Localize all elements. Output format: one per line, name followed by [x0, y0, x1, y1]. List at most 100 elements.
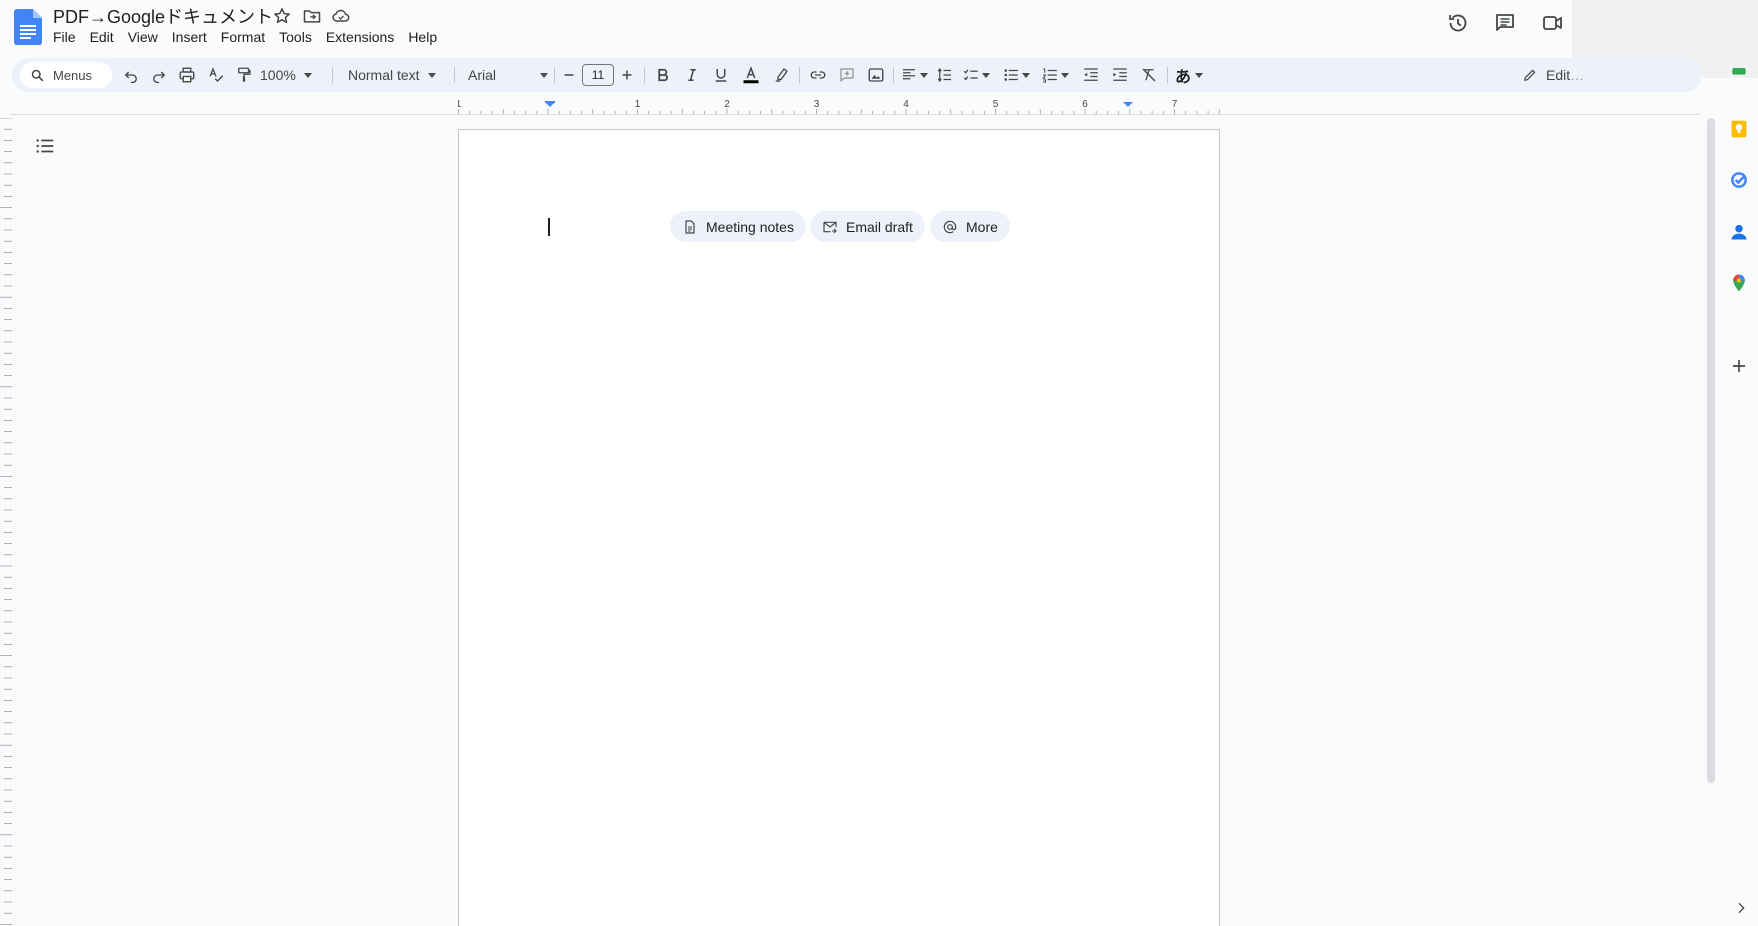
- text-cursor: [548, 218, 550, 236]
- bold-icon[interactable]: [652, 64, 674, 86]
- bulleted-list-select[interactable]: [1002, 64, 1034, 86]
- insert-link-icon[interactable]: [807, 64, 829, 86]
- spellcheck-icon[interactable]: [205, 64, 227, 86]
- checklist-select[interactable]: [962, 64, 994, 86]
- ruler-label: 2: [724, 99, 730, 110]
- toolbar-divider: [554, 67, 555, 83]
- document-title[interactable]: PDF→Googleドキュメント: [53, 3, 273, 29]
- input-tools-hiragana-icon: あ: [1175, 69, 1192, 86]
- star-icon[interactable]: [272, 6, 292, 26]
- search-menus-button[interactable]: Menus: [20, 62, 112, 88]
- increase-indent-icon[interactable]: [1109, 64, 1131, 86]
- toolbar-divider-line: [10, 114, 1700, 115]
- paint-format-icon[interactable]: [233, 64, 255, 86]
- comments-icon[interactable]: [1493, 11, 1517, 35]
- increase-font-size-icon[interactable]: [618, 64, 636, 86]
- numbered-list-select[interactable]: [1041, 64, 1073, 86]
- ruler-label: 5: [993, 99, 999, 110]
- print-icon[interactable]: [176, 64, 198, 86]
- more-chip[interactable]: More: [930, 211, 1010, 242]
- font-size-input[interactable]: 11: [582, 64, 614, 86]
- ruler-label: 4: [903, 99, 909, 110]
- menu-edit[interactable]: Edit: [83, 28, 121, 50]
- chevron-down-icon: [920, 72, 928, 78]
- at-sign-icon: [943, 220, 957, 233]
- toolbar: Menus 100% Normal text Arial 11 あ Edit …: [12, 58, 1702, 92]
- chevron-down-icon: [1022, 72, 1030, 78]
- chevron-right-icon[interactable]: [1733, 900, 1749, 916]
- ruler-label: 7: [1172, 99, 1178, 110]
- clear-formatting-icon[interactable]: [1138, 64, 1160, 86]
- paragraph-style-select[interactable]: Normal text: [348, 64, 448, 86]
- meet-video-icon[interactable]: [1541, 11, 1565, 35]
- zoom-select[interactable]: 100%: [260, 64, 312, 86]
- add-comment-icon[interactable]: [836, 64, 858, 86]
- chevron-down-icon: [982, 72, 990, 78]
- input-tools-select[interactable]: あ: [1175, 64, 1207, 86]
- keep-icon[interactable]: [1727, 117, 1751, 141]
- toolbar-divider: [644, 67, 645, 83]
- search-menus-label: Menus: [53, 67, 93, 83]
- insert-image-icon[interactable]: [865, 64, 887, 86]
- pencil-icon: [1524, 69, 1536, 81]
- email-draft-icon: [823, 221, 837, 233]
- editing-mode-button[interactable]: Edit…: [1522, 64, 1584, 86]
- chevron-down-icon: [1195, 72, 1204, 78]
- ruler-label: 6: [1082, 99, 1088, 110]
- font-family-select[interactable]: Arial: [468, 64, 548, 86]
- meeting-notes-chip[interactable]: Meeting notes: [670, 211, 806, 242]
- menu-insert[interactable]: Insert: [165, 28, 214, 50]
- menu-bar: File Edit View Insert Format Tools Exten…: [46, 28, 444, 50]
- undo-icon[interactable]: [120, 64, 142, 86]
- toolbar-divider: [454, 67, 455, 83]
- document-page[interactable]: [458, 129, 1220, 926]
- vertical-ruler[interactable]: [0, 118, 12, 926]
- line-spacing-icon[interactable]: [934, 64, 956, 86]
- meeting-notes-label: Meeting notes: [706, 218, 794, 235]
- menu-tools[interactable]: Tools: [272, 28, 319, 50]
- maps-icon[interactable]: [1727, 271, 1751, 295]
- align-select[interactable]: [900, 64, 930, 86]
- tasks-icon[interactable]: [1727, 168, 1751, 192]
- decrease-font-size-icon[interactable]: [560, 64, 578, 86]
- cloud-saved-icon[interactable]: [331, 6, 351, 26]
- menu-extensions[interactable]: Extensions: [319, 28, 401, 50]
- numbered-list-icon: [1042, 68, 1057, 83]
- redo-icon[interactable]: [148, 64, 170, 86]
- font-family-value: Arial: [468, 67, 497, 83]
- first-line-indent-marker[interactable]: [545, 101, 555, 103]
- underline-icon[interactable]: [710, 64, 732, 86]
- horizontal-ruler[interactable]: 1 1 2 3 4 5 6 7: [458, 97, 1220, 115]
- add-addon-icon[interactable]: [1727, 354, 1751, 378]
- italic-icon[interactable]: [681, 64, 703, 86]
- vertical-scrollbar[interactable]: [1707, 118, 1715, 783]
- menu-help[interactable]: Help: [401, 28, 444, 50]
- search-icon: [31, 69, 44, 81]
- email-draft-chip[interactable]: Email draft: [810, 211, 925, 242]
- docs-logo-icon[interactable]: [14, 9, 42, 45]
- document-outline-icon[interactable]: [34, 135, 56, 157]
- contacts-icon[interactable]: [1727, 220, 1751, 244]
- ruler-label: 1: [635, 99, 641, 110]
- highlight-color-icon[interactable]: [770, 64, 792, 86]
- menu-view[interactable]: View: [121, 28, 165, 50]
- side-panel: [1720, 56, 1758, 926]
- toolbar-divider: [799, 67, 800, 83]
- version-history-icon[interactable]: [1446, 11, 1470, 35]
- menu-format[interactable]: Format: [214, 28, 272, 50]
- text-color-icon[interactable]: [739, 64, 763, 86]
- toolbar-divider: [332, 67, 333, 83]
- sheets-icon[interactable]: [1727, 66, 1751, 90]
- ruler-label: 3: [814, 99, 820, 110]
- right-indent-marker[interactable]: [1123, 102, 1133, 107]
- paragraph-style-value: Normal text: [348, 67, 420, 83]
- document-icon: [685, 219, 695, 234]
- more-label: More: [966, 218, 998, 235]
- toolbar-divider: [1167, 67, 1168, 83]
- chevron-down-icon: [540, 72, 548, 78]
- chevron-down-icon: [1061, 72, 1069, 78]
- editing-mode-label: Edit: [1546, 67, 1571, 83]
- menu-file[interactable]: File: [46, 28, 83, 50]
- decrease-indent-icon[interactable]: [1080, 64, 1102, 86]
- move-to-folder-icon[interactable]: [302, 6, 322, 26]
